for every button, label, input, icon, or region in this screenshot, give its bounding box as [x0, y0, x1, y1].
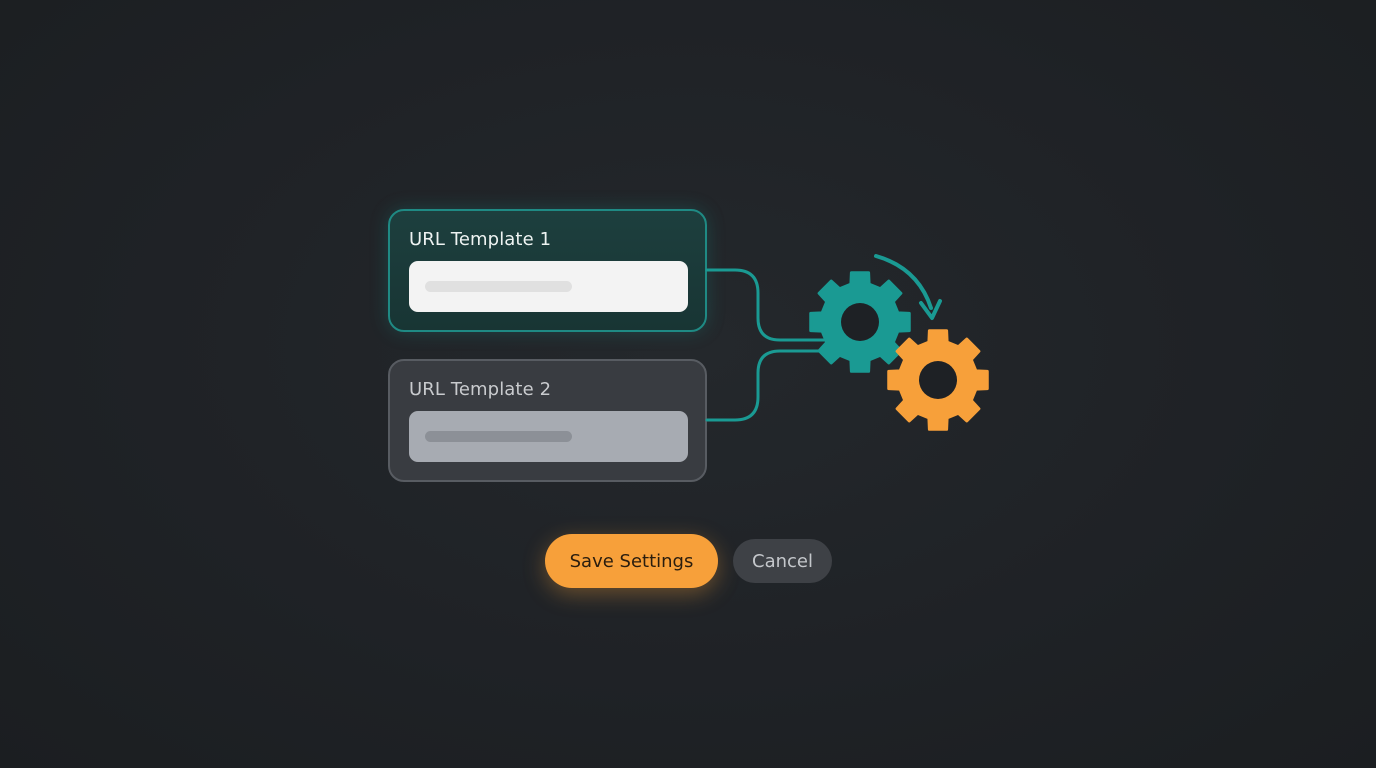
url-template-1-card: URL Template 1: [388, 209, 707, 332]
url-template-2-input[interactable]: [409, 411, 688, 462]
gear-icon: [887, 329, 989, 431]
save-settings-button[interactable]: Save Settings: [545, 534, 718, 588]
gear-icon: [809, 271, 911, 373]
cancel-button[interactable]: Cancel: [733, 539, 832, 583]
settings-canvas: URL Template 1 URL Template 2 Save Setti…: [0, 0, 1376, 768]
input-placeholder-bar: [425, 431, 572, 442]
url-template-2-label: URL Template 2: [409, 379, 552, 400]
url-template-1-input[interactable]: [409, 261, 688, 312]
input-placeholder-bar: [425, 281, 572, 292]
connector-line-2: [705, 349, 837, 422]
rotate-arrow-icon: [874, 254, 942, 320]
connector-line-1: [705, 268, 837, 342]
url-template-2-card: URL Template 2: [388, 359, 707, 482]
url-template-1-label: URL Template 1: [409, 229, 552, 250]
